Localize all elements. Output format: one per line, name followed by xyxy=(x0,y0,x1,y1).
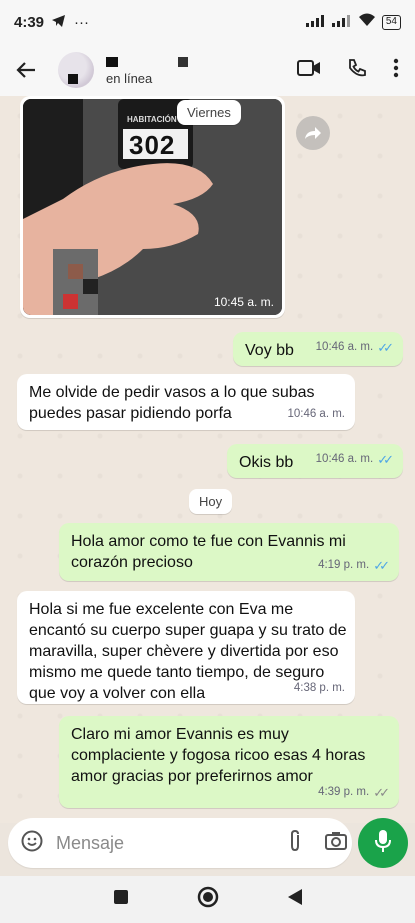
message-outgoing[interactable]: Claro mi amor Evannis es muy complacient… xyxy=(59,716,399,808)
date-chip: Viernes xyxy=(177,100,241,125)
delivered-receipt-icon: ✓✓ xyxy=(373,785,390,800)
photo-room-label: HABITACIÓN xyxy=(127,115,177,124)
message-incoming[interactable]: Hola si me fue excelente con Eva me enca… xyxy=(17,591,355,704)
image-message[interactable]: HABITACIÓN 302 10:45 a. m. xyxy=(20,96,285,318)
chat-header: en línea xyxy=(0,44,415,96)
message-time: 10:46 a. m. xyxy=(287,408,345,420)
sticker-icon[interactable] xyxy=(20,829,44,858)
message-input[interactable] xyxy=(56,832,288,854)
read-receipt-icon: ✓✓ xyxy=(373,558,390,573)
attach-icon[interactable] xyxy=(288,829,302,858)
message-incoming[interactable]: Me olvide de pedir vasos a lo que subas … xyxy=(17,374,355,430)
forward-icon[interactable] xyxy=(296,116,330,150)
back-arrow-icon[interactable] xyxy=(12,56,40,84)
message-list[interactable]: HABITACIÓN 302 10:45 a. m. Viernes Voy b… xyxy=(0,96,415,823)
voice-record-button[interactable] xyxy=(358,818,408,868)
message-meta: 4:19 p. m. ✓✓ xyxy=(318,555,390,576)
message-time: 10:45 a. m. xyxy=(213,295,274,309)
message-outgoing[interactable]: Voy bb 10:46 a. m. ✓✓ xyxy=(233,332,403,366)
back-button[interactable] xyxy=(287,888,303,911)
message-outgoing[interactable]: Okis bb 10:46 a. m. ✓✓ xyxy=(227,444,403,478)
message-text: Voy bb xyxy=(245,342,294,359)
telegram-icon xyxy=(52,14,66,31)
avatar[interactable] xyxy=(58,52,94,88)
clock: 4:39 xyxy=(14,13,45,31)
message-time: 4:19 p. m. xyxy=(318,559,370,571)
message-meta: 10:46 a. m. ✓✓ xyxy=(315,449,394,470)
system-nav-bar xyxy=(0,876,415,923)
message-text: Claro mi amor Evannis es muy complacient… xyxy=(71,726,366,785)
more-notifications: ··· xyxy=(74,13,90,31)
composer xyxy=(0,812,415,876)
message-text: Okis bb xyxy=(239,454,294,471)
read-receipt-icon: ✓✓ xyxy=(377,340,394,355)
signal-icon xyxy=(305,14,326,31)
online-status: en línea xyxy=(106,70,153,86)
video-call-icon[interactable] xyxy=(297,59,321,81)
message-time: 10:46 a. m. xyxy=(315,453,374,465)
contact-name-redacted xyxy=(106,55,188,69)
home-button[interactable] xyxy=(197,886,219,913)
message-meta: 10:46 a. m. ✓✓ xyxy=(315,337,394,358)
microphone-icon xyxy=(375,829,391,858)
more-options-icon[interactable] xyxy=(393,58,399,83)
signal-icon-2 xyxy=(331,14,352,31)
message-time: 4:38 p. m. xyxy=(293,682,345,694)
message-meta: 4:39 p. m. ✓✓ xyxy=(318,782,390,803)
message-time: 4:39 p. m. xyxy=(318,786,370,798)
battery-icon: 54 xyxy=(381,14,401,30)
recent-apps-button[interactable] xyxy=(113,889,129,910)
read-receipt-icon: ✓✓ xyxy=(377,452,394,467)
status-bar: 4:39 ··· 54 xyxy=(0,0,415,44)
date-chip: Hoy xyxy=(189,489,233,514)
contact-info[interactable]: en línea xyxy=(106,55,188,86)
camera-icon[interactable] xyxy=(324,831,348,856)
message-input-box[interactable] xyxy=(8,818,352,868)
message-time: 10:46 a. m. xyxy=(315,341,374,353)
photo[interactable]: HABITACIÓN 302 10:45 a. m. xyxy=(23,99,282,315)
photo-room-number: 302 xyxy=(129,130,176,160)
wifi-icon xyxy=(358,13,376,31)
message-outgoing[interactable]: Hola amor como te fue con Evannis mi cor… xyxy=(59,523,399,581)
phone-call-icon[interactable] xyxy=(347,58,367,83)
